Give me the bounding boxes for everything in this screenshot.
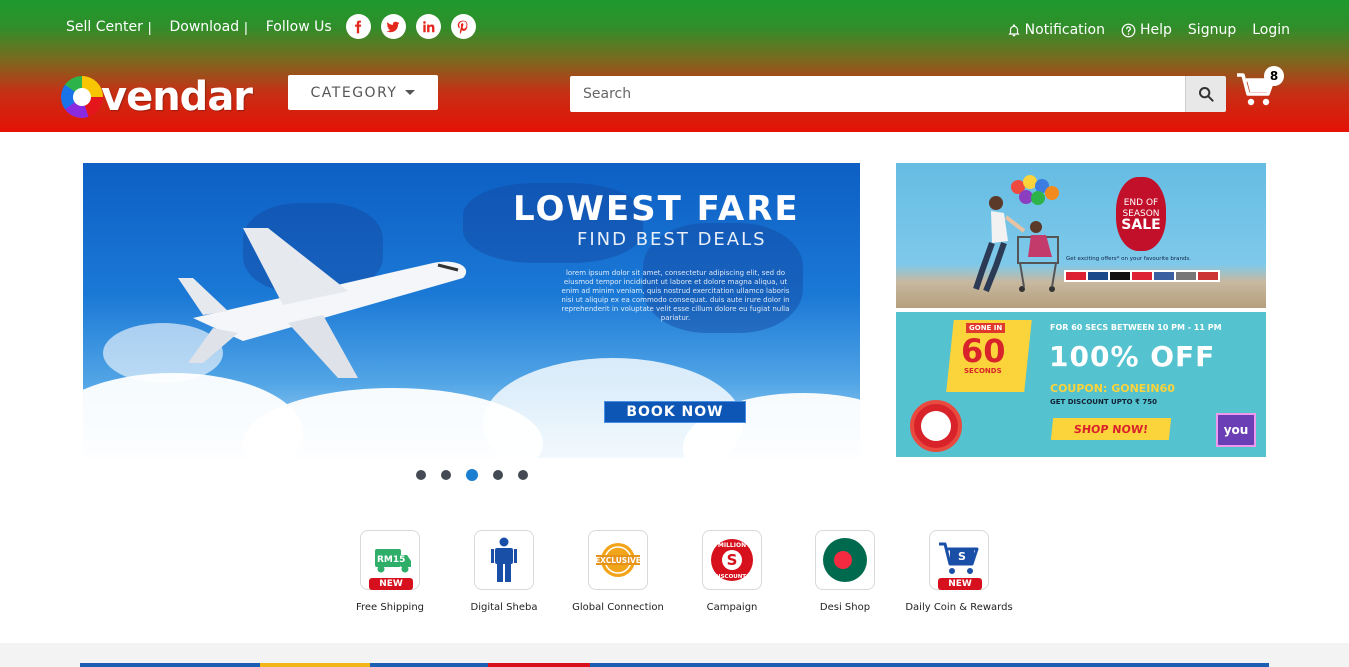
- carousel-dot[interactable]: [493, 470, 503, 480]
- svg-text:S: S: [958, 550, 966, 563]
- quick-link-label: Daily Coin & Rewards: [905, 602, 1013, 613]
- bell-icon: [1008, 23, 1019, 36]
- signup-link[interactable]: Signup: [1188, 22, 1236, 38]
- svg-text:DISCOUNTS: DISCOUNTS: [714, 574, 750, 580]
- search-input[interactable]: [570, 76, 1185, 112]
- site-header: Sell Center | Download | Follow Us Notif…: [0, 0, 1349, 132]
- quick-link-label: Campaign: [706, 602, 758, 613]
- quick-link-label: Desi Shop: [819, 602, 871, 613]
- search-icon: [1199, 87, 1214, 102]
- truck-icon: RM15: [375, 549, 411, 573]
- topbar-left: Sell Center | Download | Follow Us: [66, 14, 476, 39]
- hero-banner[interactable]: LOWEST FARE FIND BEST DEALS lorem ipsum …: [83, 163, 860, 458]
- couple-shopping-cart-illustration: [973, 196, 1059, 293]
- help-link[interactable]: Help: [1121, 22, 1172, 38]
- social-links: [345, 14, 476, 39]
- svg-text:RM15: RM15: [377, 555, 405, 565]
- discount-text: GET DISCOUNT UPTO ₹ 750: [1050, 398, 1157, 406]
- follow-us-label: Follow Us: [265, 18, 332, 35]
- sell-center-link[interactable]: Sell Center: [66, 19, 143, 35]
- carousel-dots: [416, 469, 528, 481]
- vendar-logo[interactable]: vendar: [61, 74, 253, 120]
- facebook-icon[interactable]: [345, 14, 371, 39]
- coupon-code: COUPON: GONEIN60: [1050, 382, 1175, 395]
- notification-link[interactable]: Notification: [1007, 22, 1105, 38]
- search-button[interactable]: [1185, 76, 1226, 112]
- banner-paragraph: lorem ipsum dolor sit amet, consectetur …: [561, 269, 790, 322]
- category-dropdown-button[interactable]: CATEGORY: [288, 75, 438, 110]
- promo-strip: [80, 663, 1269, 667]
- new-for-you-badge: you: [1216, 413, 1256, 447]
- category-label: CATEGORY: [310, 84, 398, 101]
- banner-subtitle: FIND BEST DEALS: [577, 229, 767, 250]
- twitter-icon[interactable]: [380, 14, 406, 39]
- digital-sheba-tile: [474, 530, 534, 590]
- million-discounts-icon: S MILLION DISCOUNTS: [711, 539, 753, 581]
- linkedin-icon[interactable]: [415, 14, 441, 39]
- help-label: Help: [1140, 22, 1172, 38]
- sale-caption: Get exciting offers* on your favourite b…: [1066, 256, 1192, 262]
- carousel-dot[interactable]: [441, 470, 451, 480]
- quick-link-free-shipping[interactable]: RM15 NEW Free Shipping: [333, 530, 447, 613]
- banner-title: LOWEST FARE: [513, 189, 800, 229]
- gone-in-seconds: SECONDS: [964, 367, 1002, 375]
- daily-coin-tile: S NEW: [929, 530, 989, 590]
- bangladesh-flag-icon: [823, 538, 867, 582]
- brand-logos-strip: [1064, 270, 1220, 282]
- sale-tag-line3: SALE: [1121, 216, 1161, 233]
- new-badge: NEW: [369, 578, 413, 590]
- separator: |: [244, 18, 248, 35]
- sale-tag: END OF SEASON SALE: [1116, 177, 1166, 251]
- alarm-clock-icon: [910, 400, 962, 452]
- pinterest-icon[interactable]: [450, 14, 476, 39]
- quick-link-digital-sheba[interactable]: Digital Sheba: [447, 530, 561, 613]
- offer-timing: FOR 60 SECS BETWEEN 10 PM - 11 PM: [1050, 323, 1222, 332]
- shop-now-button[interactable]: SHOP NOW!: [1050, 418, 1172, 440]
- svg-text:S: S: [727, 551, 738, 569]
- gone-in-number: 60: [961, 332, 1006, 370]
- carousel-dot[interactable]: [518, 470, 528, 480]
- quick-link-global-connection[interactable]: EXCLUSIVE Global Connection: [561, 530, 675, 613]
- caret-down-icon: [405, 90, 416, 95]
- separator: |: [147, 18, 152, 35]
- svg-text:MILLION: MILLION: [718, 542, 746, 549]
- quick-link-desi-shop[interactable]: Desi Shop: [788, 530, 902, 613]
- carousel-dot-active[interactable]: [466, 469, 478, 481]
- search-bar: [570, 76, 1226, 112]
- topbar-right: Notification Help Signup Login: [1007, 22, 1290, 38]
- free-shipping-tile: RM15 NEW: [360, 530, 420, 590]
- help-circle-icon: [1121, 23, 1136, 37]
- quick-link-label: Global Connection: [572, 602, 664, 613]
- book-now-button[interactable]: BOOK NOW: [604, 401, 746, 423]
- quick-link-campaign[interactable]: S MILLION DISCOUNTS Campaign: [675, 530, 789, 613]
- campaign-tile: S MILLION DISCOUNTS: [702, 530, 762, 590]
- cart-count-badge: 8: [1264, 66, 1284, 86]
- download-link[interactable]: Download: [170, 19, 240, 35]
- logo-text: vendar: [101, 74, 253, 120]
- end-of-season-sale-banner[interactable]: END OF SEASON SALE Get exciting offers* …: [896, 163, 1266, 308]
- global-connection-tile: EXCLUSIVE: [588, 530, 648, 590]
- exclusive-badge-text: EXCLUSIVE: [595, 556, 641, 565]
- quick-link-label: Digital Sheba: [470, 602, 538, 613]
- quick-link-daily-coin-rewards[interactable]: S NEW Daily Coin & Rewards: [902, 530, 1016, 613]
- quick-link-label: Free Shipping: [355, 602, 425, 613]
- exclusive-badge-icon: EXCLUSIVE: [595, 543, 641, 577]
- logo-mark-icon: [61, 76, 103, 118]
- login-link[interactable]: Login: [1252, 22, 1290, 38]
- coin-cart-icon: S: [939, 542, 979, 574]
- notification-label: Notification: [1024, 22, 1105, 38]
- person-icon: [491, 537, 517, 582]
- gone-in-60-banner[interactable]: GONE IN 60 SECONDS FOR 60 SECS BETWEEN 1…: [896, 312, 1266, 457]
- sale-tag-line1: END OF: [1123, 197, 1159, 208]
- carousel-dot[interactable]: [416, 470, 426, 480]
- offer-headline: 100% OFF: [1049, 340, 1216, 373]
- desi-shop-tile: [815, 530, 875, 590]
- new-badge: NEW: [938, 578, 982, 590]
- airplane-icon: [178, 228, 467, 378]
